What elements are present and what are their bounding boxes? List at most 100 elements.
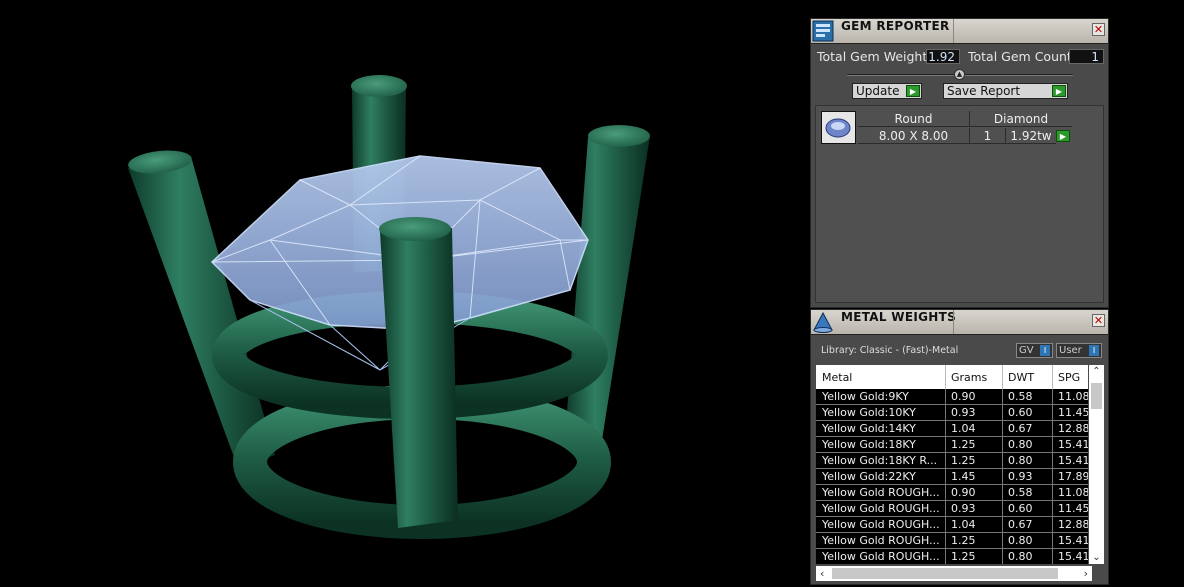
save-report-button[interactable]: Save Report ▶ <box>943 83 1068 99</box>
cell-divider <box>1052 469 1053 485</box>
total-gem-weight-value: 1.92 <box>926 49 960 64</box>
vertical-scrollbar[interactable]: ⌃ ⌄ <box>1089 365 1104 564</box>
cell-divider <box>1052 405 1053 421</box>
update-button[interactable]: Update ▶ <box>852 83 922 99</box>
spg-cell: 11.08 <box>1058 486 1088 499</box>
ring-model <box>128 75 650 539</box>
metal-name-cell: Yellow Gold:18KY R... <box>822 454 938 467</box>
horizontal-scrollbar[interactable]: ‹ › <box>816 566 1092 581</box>
scroll-thumb[interactable] <box>1091 383 1102 409</box>
table-row[interactable]: Yellow Gold:18KY R... 1.25 0.80 15.41 <box>816 453 1088 469</box>
table-row[interactable]: Yellow Gold ROUGH... 0.90 0.58 11.08 <box>816 485 1088 501</box>
chevron-up-icon[interactable]: ▲ <box>954 69 965 80</box>
dwt-cell: 0.80 <box>1008 534 1033 547</box>
cell-divider <box>1002 453 1003 469</box>
close-icon[interactable]: ✕ <box>1092 23 1105 36</box>
grams-cell: 1.04 <box>951 518 976 531</box>
total-gem-count-label: Total Gem Count <box>968 49 1072 64</box>
metal-name-cell: Yellow Gold ROUGH... <box>822 534 940 547</box>
gv-label: GV <box>1019 345 1034 356</box>
spg-cell: 12.88 <box>1058 422 1088 435</box>
panel-title: GEM REPORTER <box>841 19 950 33</box>
cell-divider <box>1002 437 1003 453</box>
close-icon[interactable]: ✕ <box>1092 314 1105 327</box>
grams-cell: 0.93 <box>951 406 976 419</box>
toggle-indicator-icon: I <box>1040 345 1050 356</box>
user-toggle[interactable]: User I <box>1056 343 1102 358</box>
gem-thumbnail[interactable] <box>821 111 856 144</box>
metal-name-cell: Yellow Gold:10KY <box>822 406 916 419</box>
scroll-down-icon[interactable]: ⌄ <box>1089 552 1104 563</box>
metal-cone-icon <box>813 311 833 333</box>
gv-toggle[interactable]: GV I <box>1016 343 1053 358</box>
cell-divider <box>945 437 946 453</box>
table-row[interactable]: Yellow Gold ROUGH... 1.25 0.80 15.41 <box>816 549 1088 564</box>
cell-divider <box>1052 389 1053 405</box>
3d-viewport[interactable] <box>0 0 808 587</box>
spg-cell: 17.89 <box>1058 470 1088 483</box>
cell-divider <box>945 533 946 549</box>
play-icon: ▶ <box>906 85 920 97</box>
toggle-indicator-icon: I <box>1089 345 1099 356</box>
column-header-spg[interactable]: SPG <box>1058 371 1080 384</box>
cell-divider <box>945 389 946 405</box>
cell-divider <box>1002 389 1003 405</box>
grams-cell: 1.04 <box>951 422 976 435</box>
grams-cell: 1.25 <box>951 454 976 467</box>
dwt-cell: 0.58 <box>1008 390 1033 403</box>
grams-cell: 1.25 <box>951 438 976 451</box>
dwt-cell: 0.60 <box>1008 502 1033 515</box>
cell-divider <box>1002 485 1003 501</box>
grams-cell: 1.25 <box>951 534 976 547</box>
gem-details-play-icon[interactable]: ▶ <box>1056 130 1070 142</box>
grams-cell: 0.93 <box>951 502 976 515</box>
cell-divider <box>1002 549 1003 564</box>
cell-divider <box>945 405 946 421</box>
column-header-grams[interactable]: Grams <box>951 371 987 384</box>
metal-name-cell: Yellow Gold ROUGH... <box>822 550 940 563</box>
dwt-cell: 0.60 <box>1008 406 1033 419</box>
user-label: User <box>1059 345 1082 356</box>
scroll-thumb[interactable] <box>832 568 1058 579</box>
cell-divider <box>1052 533 1053 549</box>
scroll-left-icon[interactable]: ‹ <box>820 566 824 581</box>
table-row[interactable]: Yellow Gold ROUGH... 1.04 0.67 12.88 <box>816 517 1088 533</box>
cell-divider <box>1052 501 1053 517</box>
panel-title: METAL WEIGHTS <box>841 310 957 324</box>
cell-divider <box>945 421 946 437</box>
dwt-cell: 0.80 <box>1008 454 1033 467</box>
spg-cell: 12.88 <box>1058 518 1088 531</box>
table-row[interactable]: Yellow Gold:10KY 0.93 0.60 11.45 <box>816 405 1088 421</box>
table-row[interactable]: Yellow Gold ROUGH... 0.93 0.60 11.45 <box>816 501 1088 517</box>
table-row[interactable]: Yellow Gold:22KY 1.45 0.93 17.89 <box>816 469 1088 485</box>
table-row[interactable]: Yellow Gold ROUGH... 1.25 0.80 15.41 <box>816 533 1088 549</box>
column-divider <box>1052 365 1053 389</box>
metal-weights-titlebar[interactable]: METAL WEIGHTS ✕ <box>811 310 1108 335</box>
cell-divider <box>1002 405 1003 421</box>
scroll-up-icon[interactable]: ⌃ <box>1089 366 1104 377</box>
cell-divider <box>945 517 946 533</box>
library-label: Library: Classic - (Fast)-Metal <box>821 345 959 356</box>
cell-divider <box>945 549 946 564</box>
table-header: Metal Grams DWT SPG <box>816 365 1088 389</box>
cell-divider <box>1052 549 1053 564</box>
table-row[interactable]: Yellow Gold:14KY 1.04 0.67 12.88 <box>816 421 1088 437</box>
metal-table: Metal Grams DWT SPG Yellow Gold:9KY 0.90 0… <box>816 365 1088 564</box>
metal-name-cell: Yellow Gold:14KY <box>822 422 916 435</box>
column-header-metal[interactable]: Metal <box>822 371 852 384</box>
total-gem-weight-label: Total Gem Weight <box>817 49 928 64</box>
table-row[interactable]: Yellow Gold:18KY 1.25 0.80 15.41 <box>816 437 1088 453</box>
gem-reporter-titlebar[interactable]: GEM REPORTER ✕ <box>811 19 1108 44</box>
gem-weight: 1.92tw <box>1006 128 1056 144</box>
gem-list: Round Diamond 8.00 X 8.00 1 1.92tw ▶ <box>815 105 1104 303</box>
table-row[interactable]: Yellow Gold:9KY 0.90 0.58 11.08 <box>816 389 1088 405</box>
metal-name-cell: Yellow Gold:22KY <box>822 470 916 483</box>
cell-divider <box>1052 437 1053 453</box>
spg-cell: 11.45 <box>1058 406 1088 419</box>
column-header-dwt[interactable]: DWT <box>1008 371 1034 384</box>
gem-size: 8.00 X 8.00 <box>858 128 970 144</box>
scroll-right-icon[interactable]: › <box>1084 566 1088 581</box>
gem-shape: Round <box>858 111 970 127</box>
cell-divider <box>1002 517 1003 533</box>
metal-name-cell: Yellow Gold:9KY <box>822 390 909 403</box>
